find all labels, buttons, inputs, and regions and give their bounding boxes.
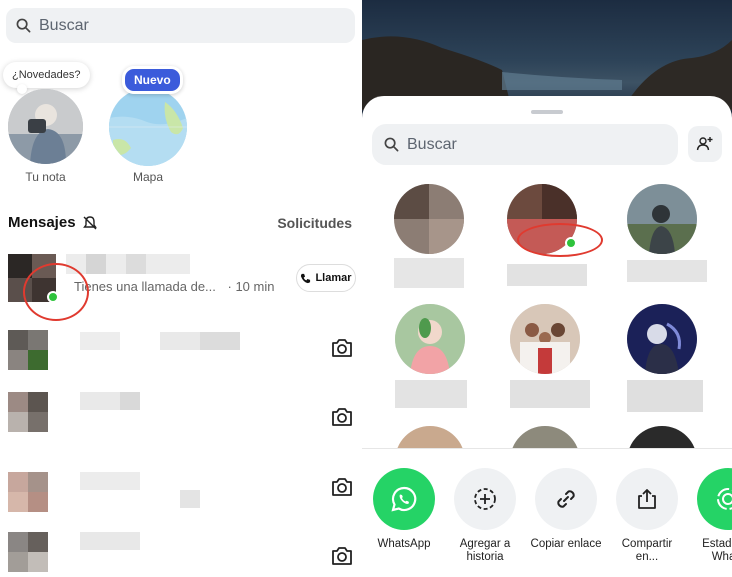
share-icon [638,489,656,509]
contact-name-pixelated [627,260,707,282]
conversation-time: · 10 min [227,279,275,294]
search-icon [16,18,31,33]
share-copy-link[interactable]: Copiar enlace [528,468,604,551]
share-search-bar[interactable]: Buscar [372,124,678,165]
drag-handle[interactable] [531,110,563,114]
requests-link[interactable]: Solicitudes [277,215,352,231]
share-more-label: Compartir en... [621,538,673,563]
search-icon [384,137,399,152]
call-label: Llamar [315,272,352,284]
new-badge: Nuevo [122,66,183,94]
add-story-button[interactable] [454,468,516,530]
annotation-circle [23,263,89,321]
share-whatsapp-status[interactable]: Estado de Whats [690,468,732,564]
background-photo [362,0,732,110]
muted-bell-icon[interactable] [82,215,98,231]
contact-name-pixelated [507,264,587,286]
create-group-button[interactable] [688,126,722,162]
copy-link-button[interactable] [535,468,597,530]
copy-link-label: Copiar enlace [530,538,602,550]
messages-heading: Mensajes [8,214,98,231]
whatsapp-button[interactable] [373,468,435,530]
share-sheet: Buscar WhatsApp Agregar a historia Copia… [362,96,732,577]
status-icon [717,488,732,510]
phone-icon [301,273,311,283]
whatsapp-status-label: Estado de Whats [702,538,732,563]
note-bubble[interactable]: ¿Novedades? [3,62,90,94]
share-whatsapp[interactable]: WhatsApp [366,468,442,551]
search-placeholder: Buscar [39,16,89,34]
conversation-row-2[interactable] [0,318,362,378]
messages-title: Mensajes [8,214,76,231]
contact-avatar[interactable] [394,184,464,254]
contact-name-pixelated [510,380,590,408]
map-label: Mapa [132,170,164,184]
camera-icon[interactable] [330,405,354,429]
pixelated-name [66,254,190,274]
whatsapp-icon [391,486,417,512]
contact-avatar[interactable] [395,304,465,374]
contact-name-pixelated [627,380,703,412]
share-more[interactable]: Compartir en... [609,468,685,564]
contact-avatar[interactable] [627,304,697,374]
conversation-preview-text: Tienes una llamada de... [74,279,216,294]
search-bar[interactable]: Buscar [6,8,355,43]
conversation-row-5[interactable] [0,526,362,577]
contact-name-pixelated [395,380,467,408]
conversation-row-3[interactable] [0,388,362,448]
link-icon [557,490,575,508]
add-story-icon [474,488,496,510]
call-button[interactable]: Llamar [296,264,356,292]
conversation-row-4[interactable] [0,458,362,518]
camera-icon[interactable] [330,336,354,360]
map-avatar[interactable] [109,88,187,166]
whatsapp-status-button[interactable] [697,468,732,530]
your-note-label: Tu nota [25,170,66,184]
share-panel: Buscar WhatsApp Agregar a historia Copia… [362,0,732,577]
share-add-story[interactable]: Agregar a historia [447,468,523,564]
contact-avatar[interactable] [627,184,697,254]
camera-icon[interactable] [330,544,354,568]
add-people-icon [696,137,713,151]
messages-panel: Buscar ¿Novedades? Tu nota Nuevo Mapa Me… [0,0,362,577]
camera-icon[interactable] [330,475,354,499]
conversation-preview: Tienes una llamada de... · 10 min [74,279,274,294]
contact-name-pixelated [394,258,464,288]
contact-avatar[interactable] [510,304,580,374]
add-story-label: Agregar a historia [459,538,511,563]
your-note-avatar[interactable] [8,89,83,164]
share-button[interactable] [616,468,678,530]
share-search-placeholder: Buscar [407,135,457,153]
annotation-circle [517,223,603,257]
whatsapp-label: WhatsApp [377,538,431,550]
note-bubble-text: ¿Novedades? [12,69,81,81]
